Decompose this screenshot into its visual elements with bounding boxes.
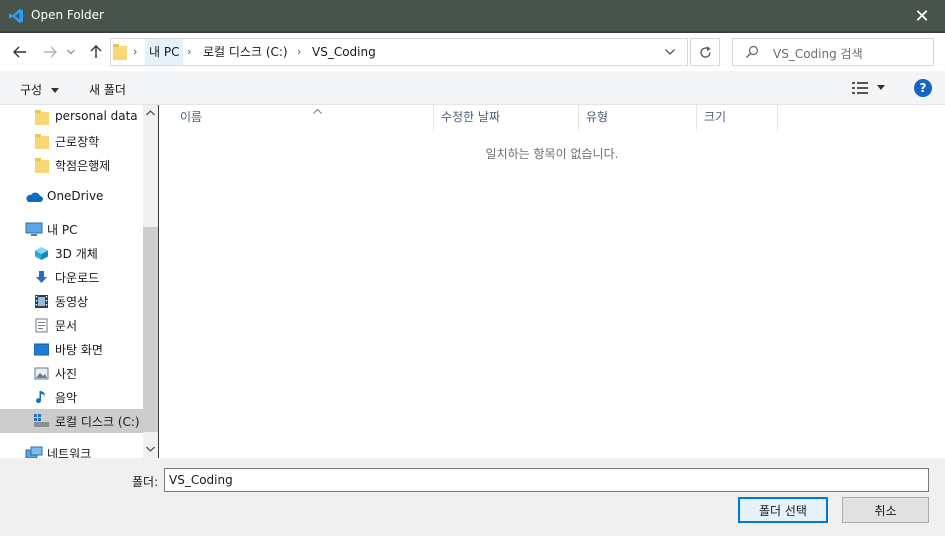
sidebar-item-label: 학점은행제	[55, 159, 111, 173]
recent-locations-button[interactable]	[64, 42, 78, 62]
search-input[interactable]: VS_Coding 검색	[773, 45, 863, 62]
sidebar-item-downloads[interactable]: 다운로드	[0, 265, 143, 289]
up-button[interactable]	[86, 42, 106, 62]
network-icon	[25, 446, 43, 458]
sidebar-item-label: 네트워크	[47, 447, 92, 458]
cancel-button[interactable]: 취소	[842, 497, 929, 523]
breadcrumb-item-local-disk[interactable]: 로컬 디스크 (C:)	[203, 39, 288, 65]
back-button[interactable]	[10, 42, 30, 62]
cube-icon	[35, 247, 48, 260]
refresh-icon	[699, 45, 711, 58]
folder-icon	[35, 110, 49, 125]
file-list: 이름 수정한 날짜 유형 크기 일치하는 항목이 없습니다.	[159, 105, 945, 458]
folder-name-input[interactable]	[164, 468, 929, 492]
pc-icon	[25, 222, 43, 236]
column-header-date-modified[interactable]: 수정한 날짜	[434, 105, 579, 131]
command-bar: 구성 새 폴더 ?	[0, 71, 945, 105]
chevron-up-icon	[146, 110, 155, 116]
sidebar-item-documents[interactable]: 문서	[0, 313, 143, 337]
sidebar-item-label: 근로장학	[55, 135, 100, 149]
help-icon[interactable]: ?	[914, 79, 932, 97]
column-header-type[interactable]: 유형	[579, 105, 697, 131]
drive-icon	[34, 414, 49, 427]
sidebar-item-local-disk[interactable]: 로컬 디스크 (C:)	[0, 409, 143, 433]
close-icon: ✕	[914, 5, 930, 27]
chevron-down-icon	[146, 446, 155, 452]
music-icon	[36, 391, 45, 404]
arrow-up-icon	[90, 45, 102, 58]
chevron-down-icon	[665, 49, 675, 55]
sidebar-item-label: OneDrive	[47, 189, 104, 203]
empty-message: 일치하는 항목이 없습니다.	[485, 147, 619, 161]
new-folder-button[interactable]: 새 폴더	[89, 81, 126, 98]
search-icon	[746, 45, 759, 58]
sidebar-item-label: 다운로드	[55, 271, 100, 285]
sidebar-item-label: 문서	[55, 319, 78, 333]
address-dropdown-button[interactable]	[659, 39, 681, 65]
search-box[interactable]: VS_Coding 검색	[732, 38, 934, 66]
desktop-icon	[34, 343, 49, 356]
sidebar-item-label: 음악	[55, 391, 78, 405]
view-options-icon[interactable]	[852, 82, 868, 94]
column-header-label: 이름	[180, 110, 203, 124]
organize-button[interactable]: 구성	[20, 81, 59, 98]
sidebar-item-label: 내 PC	[47, 223, 78, 237]
document-icon	[35, 318, 48, 333]
sidebar-item-videos[interactable]: 동영상	[0, 289, 143, 313]
forward-button[interactable]	[40, 42, 60, 62]
navigation-pane: personal data 근로장학 학점은행제 OneDrive 내 PC 3…	[0, 105, 158, 458]
column-header-name[interactable]: 이름	[173, 105, 434, 131]
download-icon	[36, 271, 47, 283]
sort-ascending-icon	[313, 100, 322, 124]
sidebar-item-label: 로컬 디스크 (C:)	[55, 415, 140, 429]
sidebar-item-onedrive[interactable]: OneDrive	[0, 185, 143, 209]
column-header-size[interactable]: 크기	[697, 105, 778, 131]
chevron-down-icon[interactable]	[877, 85, 885, 91]
folder-icon	[113, 44, 127, 60]
sidebar-item-label: personal data	[55, 109, 138, 123]
sidebar-item-personal-data[interactable]: personal data	[0, 105, 143, 129]
select-folder-button[interactable]: 폴더 선택	[738, 497, 828, 523]
sidebar-item-pictures[interactable]: 사진	[0, 361, 143, 385]
sidebar-item-label: 바탕 화면	[55, 343, 103, 357]
navigation-bar: › 내 PC › 로컬 디스크 (C:) › VS_Coding VS_Codi…	[0, 33, 945, 71]
title-bar: Open Folder ✕	[0, 0, 945, 32]
close-button[interactable]: ✕	[899, 0, 945, 32]
dialog-footer: 폴더: 폴더 선택 취소	[0, 458, 945, 536]
arrow-left-icon	[13, 46, 26, 58]
sidebar-scrollbar[interactable]	[143, 105, 158, 458]
folder-icon	[35, 134, 49, 149]
picture-icon	[34, 367, 49, 380]
sidebar-item-label: 사진	[55, 367, 78, 381]
vscode-icon	[9, 9, 23, 23]
sidebar-item-3d-objects[interactable]: 3D 개체	[0, 241, 143, 265]
breadcrumb-separator-icon[interactable]: ›	[297, 39, 301, 65]
organize-label: 구성	[20, 83, 43, 97]
folder-label: 폴더:	[132, 475, 159, 489]
breadcrumb-item-my-pc[interactable]: 내 PC	[145, 39, 184, 65]
sidebar-item-music[interactable]: 음악	[0, 385, 143, 409]
scroll-down-button[interactable]	[143, 441, 158, 458]
address-bar[interactable]: › 내 PC › 로컬 디스크 (C:) › VS_Coding	[110, 38, 688, 66]
chevron-down-icon	[67, 49, 75, 55]
folder-icon	[35, 158, 49, 173]
scroll-up-button[interactable]	[143, 105, 158, 122]
chevron-down-icon	[50, 87, 59, 93]
breadcrumb-separator-icon[interactable]: ›	[133, 39, 137, 65]
sidebar-item-label: 동영상	[55, 295, 89, 309]
sidebar-item-work-study[interactable]: 근로장학	[0, 129, 143, 153]
sidebar-item-credit-bank[interactable]: 학점은행제	[0, 153, 143, 177]
sidebar-item-desktop[interactable]: 바탕 화면	[0, 337, 143, 361]
refresh-button[interactable]	[690, 38, 720, 66]
sidebar-item-network[interactable]: 네트워크	[0, 441, 143, 458]
scroll-thumb[interactable]	[143, 227, 158, 432]
window-title: Open Folder	[31, 8, 104, 22]
breadcrumb-item-vs-coding[interactable]: VS_Coding	[312, 39, 376, 65]
sidebar-item-my-pc[interactable]: 내 PC	[0, 217, 143, 241]
arrow-right-icon	[44, 46, 57, 58]
cloud-icon	[26, 192, 43, 202]
film-icon	[35, 295, 48, 308]
sidebar-item-label: 3D 개체	[55, 247, 98, 261]
breadcrumb-separator-icon[interactable]: ›	[187, 39, 191, 65]
